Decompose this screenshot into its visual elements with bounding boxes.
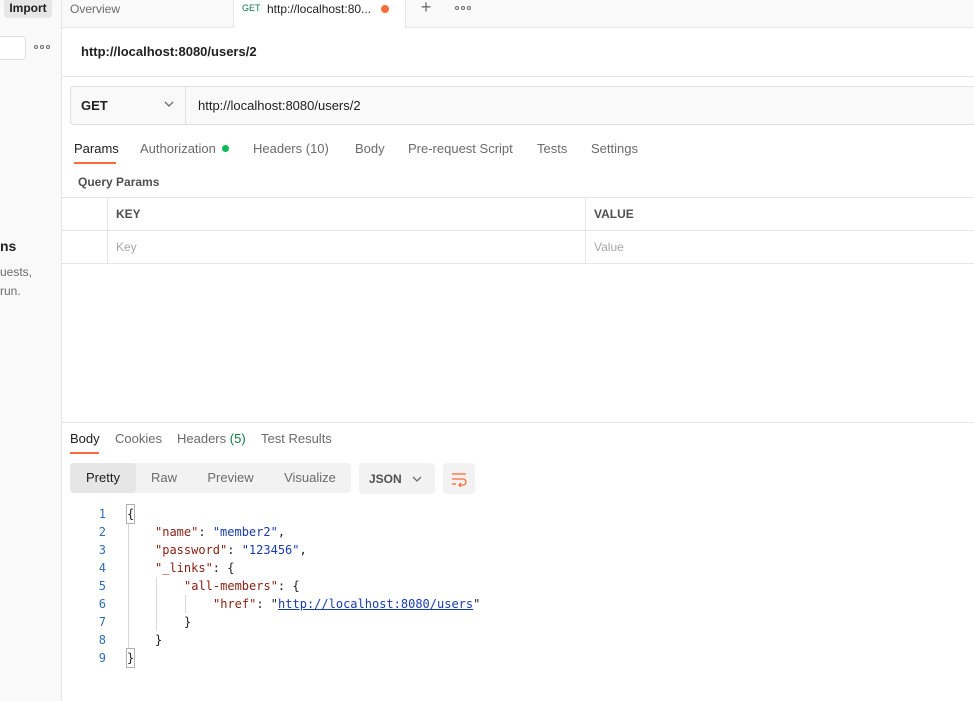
- format-label: JSON: [369, 472, 402, 486]
- active-tab-indicator: [74, 162, 116, 164]
- value-column-header: VALUE: [585, 198, 974, 231]
- param-key-input[interactable]: Key: [107, 231, 585, 264]
- tab-overview[interactable]: Overview: [62, 0, 234, 28]
- code-line: 7 }: [62, 613, 974, 631]
- params-table: KEY VALUE Key Value: [62, 197, 974, 264]
- row-checkbox-cell: [62, 231, 107, 264]
- code-text: {: [125, 504, 136, 524]
- line-number: 8: [98, 633, 106, 647]
- active-tab-indicator: [70, 452, 99, 454]
- code-line: 2 "name": "member2",: [62, 523, 974, 541]
- table-header-row: KEY VALUE: [62, 198, 974, 231]
- tab-request-label: http://localhost:80...: [267, 2, 372, 16]
- sidebar-empty-text: uests,: [0, 265, 33, 279]
- headers-count-badge: (5): [229, 431, 246, 446]
- code-line: 6 "href": "http://localhost:8080/users": [62, 595, 974, 613]
- tab-request[interactable]: GET http://localhost:80...: [234, 0, 406, 29]
- view-mode-group: Pretty Raw Preview Visualize: [70, 463, 351, 493]
- tab-bar: Overview GET http://localhost:80... +: [62, 0, 974, 29]
- view-preview-button[interactable]: Preview: [192, 463, 269, 493]
- view-raw-button[interactable]: Raw: [136, 463, 192, 493]
- response-tab-test-results[interactable]: Test Results: [261, 431, 332, 446]
- code-text: }: [155, 633, 163, 647]
- json-key: "password": [155, 543, 228, 557]
- json-link[interactable]: http://localhost:8080/users: [278, 597, 473, 611]
- view-pretty-button[interactable]: Pretty: [70, 463, 136, 493]
- tab-headers[interactable]: Headers (10): [253, 141, 329, 156]
- import-button[interactable]: Import: [4, 0, 52, 18]
- url-bar: GET http://localhost:8080/users/2: [70, 86, 974, 125]
- code-line: 3 "password": "123456",: [62, 541, 974, 559]
- query-params-label: Query Params: [78, 175, 160, 189]
- line-number: 4: [98, 561, 106, 575]
- code-text: }: [184, 615, 192, 629]
- response-tab-cookies[interactable]: Cookies: [115, 431, 162, 446]
- json-punct: ,: [277, 525, 286, 539]
- line-number: 1: [98, 507, 106, 521]
- tab-authorization-label: Authorization: [140, 141, 216, 156]
- line-number: 2: [98, 525, 106, 539]
- plus-icon[interactable]: +: [418, 0, 434, 17]
- method-select[interactable]: GET: [71, 87, 186, 124]
- tab-body[interactable]: Body: [355, 141, 385, 156]
- json-key: "all-members": [184, 579, 278, 593]
- url-input[interactable]: http://localhost:8080/users/2: [198, 98, 361, 113]
- code-line: 4 "_links": {: [62, 559, 974, 577]
- chevron-down-icon: [164, 101, 174, 107]
- wrap-lines-button[interactable]: [443, 463, 475, 494]
- tab-params[interactable]: Params: [74, 141, 119, 156]
- tab-authorization[interactable]: Authorization: [140, 141, 229, 156]
- tab-settings[interactable]: Settings: [591, 141, 638, 156]
- json-punct: {: [227, 561, 235, 575]
- chevron-down-icon: [412, 476, 422, 482]
- tab-method-badge: GET: [242, 3, 261, 13]
- method-label: GET: [81, 98, 108, 113]
- tab-pre-request-script[interactable]: Pre-request Script: [408, 141, 513, 156]
- tab-tests[interactable]: Tests: [537, 141, 567, 156]
- line-number: 9: [98, 651, 106, 665]
- line-number: 3: [98, 543, 106, 557]
- wrap-lines-icon: [452, 473, 467, 487]
- sidebar-filter-input[interactable]: [0, 36, 26, 60]
- sidebar-empty-title: ns: [0, 238, 17, 254]
- request-title[interactable]: http://localhost:8080/users/2: [81, 44, 257, 59]
- unsaved-dot-icon: [381, 5, 389, 13]
- code-line: 9 }: [62, 648, 974, 668]
- json-punct: {: [292, 579, 300, 593]
- line-number: 6: [98, 597, 106, 611]
- view-visualize-button[interactable]: Visualize: [269, 463, 351, 493]
- response-tab-headers-label: Headers: [177, 431, 227, 446]
- response-body-code[interactable]: 1 { 2 "name": "member2", 3 "password": "…: [62, 504, 974, 675]
- sidebar: Import ns uests, run.: [0, 0, 62, 701]
- json-key: "_links": [155, 561, 213, 575]
- response-divider[interactable]: [62, 422, 974, 423]
- json-string: "member2": [212, 525, 278, 539]
- sidebar-more-icon[interactable]: [34, 40, 50, 54]
- json-key: "name": [155, 525, 199, 539]
- tabs-more-icon[interactable]: [455, 2, 471, 14]
- json-punct: ,: [299, 543, 307, 557]
- table-row: Key Value: [62, 231, 974, 264]
- code-line: 5 "all-members": {: [62, 577, 974, 595]
- line-number: 5: [98, 579, 106, 593]
- code-text: }: [125, 648, 136, 668]
- param-value-input[interactable]: Value: [585, 231, 974, 264]
- code-line: 1 {: [62, 504, 974, 524]
- json-string: "123456": [241, 543, 300, 557]
- sidebar-empty-text: run.: [0, 284, 21, 298]
- json-key: "href": [213, 597, 257, 611]
- status-dot-icon: [221, 145, 229, 152]
- response-tab-headers[interactable]: Headers (5): [177, 431, 246, 446]
- checkbox-column-header: [62, 198, 107, 231]
- divider: [62, 76, 974, 77]
- code-line: 8 }: [62, 631, 974, 649]
- line-number: 7: [98, 615, 106, 629]
- format-select[interactable]: JSON: [359, 463, 435, 494]
- response-tab-body[interactable]: Body: [70, 431, 100, 446]
- key-column-header: KEY: [107, 198, 585, 231]
